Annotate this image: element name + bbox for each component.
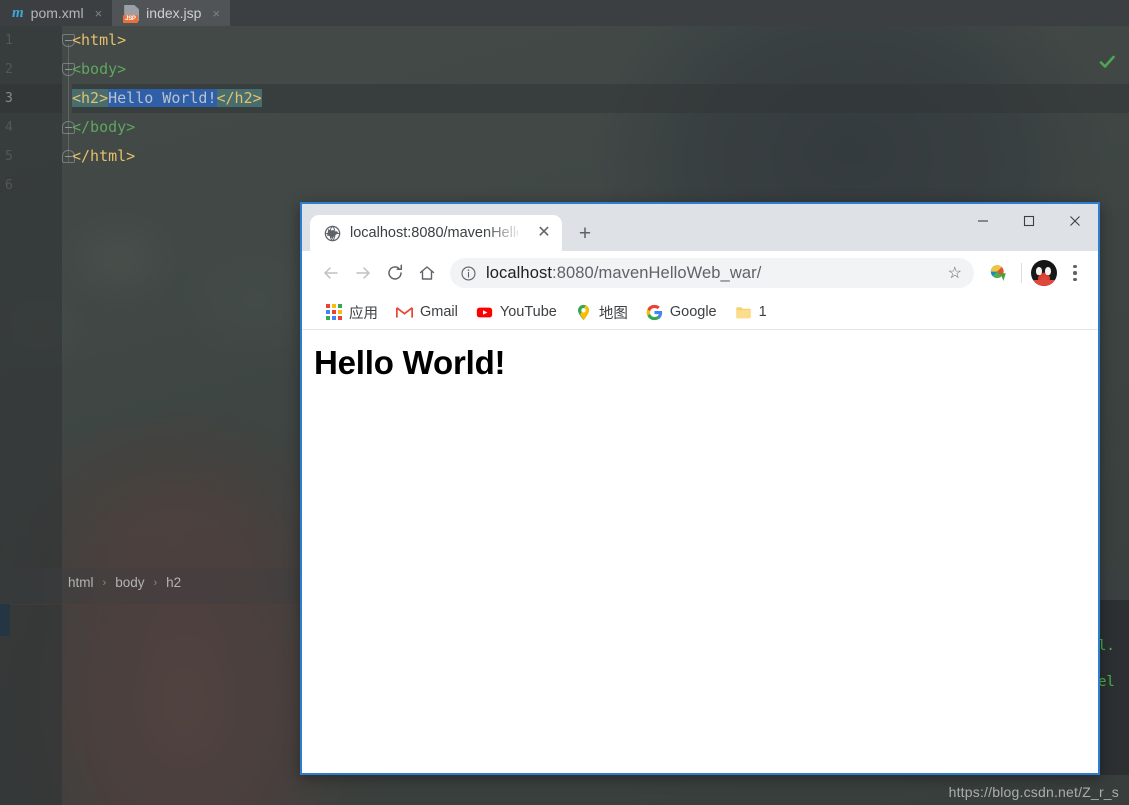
browser-toolbar: localhost:8080/mavenHelloWeb_war/ ☆ bbox=[302, 251, 1098, 295]
page-content-area: Hello World! bbox=[302, 330, 1098, 773]
code-line-4: </body> bbox=[72, 113, 1129, 142]
browser-tab-strip: localhost:8080/mavenHelloWe ✕ + bbox=[302, 204, 600, 251]
code-token-html-close: </html> bbox=[72, 147, 136, 165]
breadcrumb-separator-icon: › bbox=[153, 576, 158, 589]
url-path: :8080/mavenHelloWeb_war/ bbox=[552, 263, 762, 282]
chrome-menu-icon[interactable] bbox=[1062, 259, 1088, 287]
editor-tab-label: index.jsp bbox=[146, 5, 202, 21]
address-bar[interactable]: localhost:8080/mavenHelloWeb_war/ ☆ bbox=[450, 258, 974, 288]
bookmark-folder-1[interactable]: 1 bbox=[727, 300, 775, 325]
line-number-gutter: 1 2 3 4 5 6 bbox=[0, 26, 62, 805]
code-line-1: <html> bbox=[72, 26, 1129, 55]
bookmark-apps[interactable]: 应用 bbox=[318, 298, 386, 327]
browser-tab-title: localhost:8080/mavenHelloWe bbox=[350, 225, 518, 241]
code-line-2: <body> bbox=[72, 55, 1129, 84]
editor-tab-label: pom.xml bbox=[30, 5, 84, 21]
breadcrumb-separator-icon: › bbox=[102, 576, 107, 589]
breadcrumb-item-h2[interactable]: h2 bbox=[166, 575, 181, 590]
page-heading: Hello World! bbox=[314, 344, 506, 381]
code-token-h2-open: <h2> bbox=[72, 89, 109, 107]
bookmark-label: 地图 bbox=[598, 305, 628, 322]
bookmark-gmail[interactable]: Gmail bbox=[388, 300, 466, 325]
code-token-body-open: <body> bbox=[72, 60, 127, 78]
globe-icon bbox=[324, 225, 341, 241]
folder-icon bbox=[735, 306, 751, 318]
code-line-3: <h2>Hello World!</h2> bbox=[72, 84, 1129, 113]
browser-title-bar: localhost:8080/mavenHelloWe ✕ + bbox=[302, 204, 1098, 251]
code-line-5: </html> bbox=[72, 142, 1129, 171]
info-circle-icon[interactable] bbox=[460, 265, 477, 282]
chrome-browser-window: localhost:8080/mavenHelloWe ✕ + bbox=[300, 202, 1100, 775]
address-bar-url: localhost:8080/mavenHelloWeb_war/ bbox=[486, 264, 939, 283]
idm-extension-icon[interactable] bbox=[984, 259, 1012, 287]
google-g-icon bbox=[646, 304, 663, 320]
console-output-sliver[interactable]: l. el bbox=[1095, 600, 1129, 775]
maps-pin-icon bbox=[577, 304, 589, 320]
extension-icons bbox=[984, 259, 1088, 287]
jsp-file-icon: JSP bbox=[123, 5, 140, 23]
code-token-body-close: </body> bbox=[72, 118, 136, 136]
gmail-icon bbox=[396, 306, 413, 318]
left-accent-strip bbox=[0, 604, 10, 636]
maven-icon: m bbox=[12, 4, 24, 21]
apps-grid-icon bbox=[326, 304, 342, 320]
bookmark-label: Google bbox=[669, 304, 717, 320]
code-token-selected-text: Hello World! bbox=[108, 89, 217, 107]
bookmarks-bar: 应用 Gmail YouTube 地图 Google 1 bbox=[302, 295, 1098, 330]
editor-tab-index-jsp[interactable]: JSP index.jsp × bbox=[112, 0, 231, 26]
window-close-button[interactable] bbox=[1052, 204, 1098, 238]
breadcrumb-item-html[interactable]: html bbox=[68, 575, 94, 590]
editor-tab-bar: m pom.xml × JSP index.jsp × bbox=[0, 0, 1129, 26]
window-minimize-button[interactable] bbox=[960, 204, 1006, 238]
bookmark-maps[interactable]: 地图 bbox=[567, 298, 636, 327]
forward-button[interactable] bbox=[348, 258, 378, 288]
bookmark-youtube[interactable]: YouTube bbox=[468, 300, 565, 325]
bookmark-google[interactable]: Google bbox=[638, 300, 725, 325]
breadcrumb-item-body[interactable]: body bbox=[115, 575, 144, 590]
inspection-ok-check-icon[interactable] bbox=[1098, 53, 1116, 71]
browser-tab[interactable]: localhost:8080/mavenHelloWe ✕ bbox=[310, 215, 562, 251]
code-token-html-open: <html> bbox=[72, 31, 127, 49]
youtube-icon bbox=[476, 307, 493, 317]
editor-tab-close-icon[interactable]: × bbox=[212, 7, 220, 20]
window-maximize-button[interactable] bbox=[1006, 204, 1052, 238]
window-controls bbox=[960, 204, 1098, 238]
home-button[interactable] bbox=[412, 258, 442, 288]
editor-tab-close-icon[interactable]: × bbox=[95, 7, 103, 20]
editor-tab-pom-xml[interactable]: m pom.xml × bbox=[0, 0, 112, 26]
url-host: localhost bbox=[486, 263, 553, 282]
profile-avatar[interactable] bbox=[1031, 260, 1057, 286]
bookmark-star-icon[interactable]: ☆ bbox=[948, 263, 962, 283]
bookmark-label: 1 bbox=[758, 304, 767, 320]
watermark-url: https://blog.csdn.net/Z_r_s bbox=[948, 784, 1119, 800]
jsp-badge-label: JSP bbox=[123, 15, 138, 23]
toolbar-divider bbox=[1021, 263, 1022, 283]
back-button[interactable] bbox=[316, 258, 346, 288]
bookmark-label: YouTube bbox=[499, 304, 557, 320]
reload-button[interactable] bbox=[380, 258, 410, 288]
breadcrumb: html › body › h2 bbox=[68, 575, 181, 590]
code-token-h2-close: </h2> bbox=[216, 89, 262, 107]
bookmark-label: 应用 bbox=[349, 305, 378, 322]
screen-root: m pom.xml × JSP index.jsp × 1 2 3 4 5 6 … bbox=[0, 0, 1129, 805]
browser-tab-close-icon[interactable]: ✕ bbox=[534, 223, 554, 243]
new-tab-button[interactable]: + bbox=[570, 218, 600, 248]
bookmark-label: Gmail bbox=[420, 304, 458, 320]
